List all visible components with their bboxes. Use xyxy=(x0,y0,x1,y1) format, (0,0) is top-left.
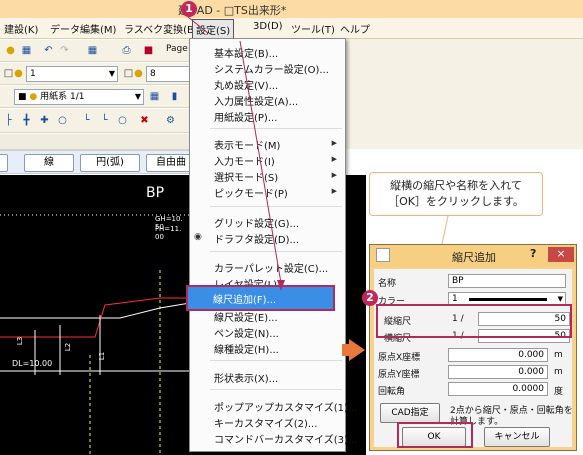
rotation-unit: 度 xyxy=(554,387,564,397)
submenu-arrow-icon: ▶ xyxy=(331,187,337,195)
menu-separator xyxy=(210,360,342,361)
name-input[interactable]: BP xyxy=(448,274,566,288)
snap-cancel-icon[interactable]: ✖ xyxy=(138,114,151,127)
snap-arc-icon[interactable]: ○ xyxy=(116,114,129,127)
l3-label: L3 xyxy=(16,336,25,346)
flow-arrow-icon xyxy=(349,339,365,361)
scale-icon[interactable]: ▦ xyxy=(148,90,161,103)
origin-x-label: 原点X座標 xyxy=(378,353,421,363)
grid-settings-icon[interactable]: ▦ xyxy=(86,44,99,57)
arc-button[interactable]: 円(弧) xyxy=(80,154,140,172)
app-icon xyxy=(376,248,390,262)
step2-badge: 2 xyxy=(362,290,378,306)
document-icon[interactable]: ■ xyxy=(142,44,155,57)
submenu-arrow-icon: ▶ xyxy=(331,139,337,147)
command-button-strip: 線 円(弧) 自由曲 xyxy=(0,150,196,174)
scale-fields-frame xyxy=(376,304,572,338)
menu-popup-customize[interactable]: ポップアップカスタマイズ(1)... xyxy=(214,399,357,414)
bubble-line-1: 縦横の縮尺や名称を入れて xyxy=(390,179,522,192)
rotation-label: 回転角 xyxy=(378,387,406,397)
title-bar: 建[ AD - □TS出来形* xyxy=(0,0,583,18)
menu-tools[interactable]: ツール(T) xyxy=(291,21,335,36)
close-button[interactable]: × xyxy=(548,247,574,262)
bulb-icon[interactable]: ● xyxy=(4,44,17,57)
rotation-input[interactable]: 0.0000 xyxy=(448,382,548,396)
menu-linetype-settings[interactable]: 線種設定(H)... xyxy=(214,341,279,356)
color-square-icon: ■ xyxy=(18,92,27,102)
origin-x-unit: m xyxy=(554,350,563,360)
submenu-arrow-icon: ▶ xyxy=(331,171,337,179)
help-button[interactable]: ? xyxy=(530,247,536,260)
origin-y-label: 原点Y座標 xyxy=(378,370,420,380)
undo-icon[interactable]: ↶ xyxy=(42,44,55,57)
spacer-toolbar xyxy=(0,134,190,150)
bulb-icon[interactable]: ● xyxy=(132,67,145,80)
dialog-body: 名称 BP カラー 1 ▼ 縦縮尺 1 / 50 横縮尺 1 / 50 原点X座… xyxy=(374,269,573,447)
menu-bar: 建設(K) データ編集(M) ラスベク変換(B) 設定(S) 3D(D) ツール… xyxy=(0,18,583,40)
snap-line-icon[interactable]: ├ xyxy=(2,114,15,127)
dl-text: DL=10.00 xyxy=(12,359,53,368)
paper-combo[interactable]: ■ ● 用紙系 1/1 ▼ xyxy=(14,89,144,105)
snap-toolbar: ├ ╋ ✚ ○ └ └ ○ ✖ ⚙ xyxy=(0,109,190,133)
l2-label: L2 xyxy=(64,342,73,352)
step1-pointer-line xyxy=(187,16,285,291)
strip-button-partial[interactable] xyxy=(0,154,8,172)
menu-pen-settings[interactable]: ペン設定(N)... xyxy=(214,325,279,340)
menu-construction[interactable]: 建設(K) xyxy=(4,21,38,36)
drawing-canvas[interactable]: BP GH=10. 50 FH=11. 00 L1 L2 L3 DL=10.00 xyxy=(0,175,190,455)
attribute-toolbar: □ ● 1 ▼ □ ● 8 xyxy=(0,63,190,85)
standard-toolbar: ● ▦ ↶ ↷ ▦ ⎙ ■ Page xyxy=(0,40,190,62)
menu-shape-display[interactable]: 形状表示(X)... xyxy=(214,370,278,385)
line-sample xyxy=(469,298,547,301)
add-scale-dialog: 縮尺追加 ? × 名称 BP カラー 1 ▼ 縦縮尺 1 / 50 横縮尺 1 … xyxy=(369,244,577,451)
snap-grid-icon[interactable]: ╋ xyxy=(20,114,33,127)
submenu-arrow-icon: ▶ xyxy=(331,155,337,163)
bubble-line-2: ［OK］をクリックします。 xyxy=(388,195,524,208)
snap-end-icon[interactable]: └ xyxy=(80,114,93,127)
cancel-button[interactable]: キャンセル xyxy=(484,427,550,447)
print-icon[interactable]: ⎙ xyxy=(120,44,133,57)
right-toolbar-area xyxy=(346,39,583,149)
ok-button-frame xyxy=(397,422,473,448)
menu-key-customize[interactable]: キーカスタマイズ(2)... xyxy=(214,415,317,430)
chevron-down-icon[interactable]: ▼ xyxy=(109,67,115,81)
menu-data-edit[interactable]: データ編集(M) xyxy=(50,21,116,36)
line-button[interactable]: 線 xyxy=(24,154,74,172)
bulb-icon[interactable]: ● xyxy=(12,67,25,80)
dialog-title: 縮尺追加 xyxy=(452,251,496,264)
bp-label: BP xyxy=(146,185,165,201)
menu-help[interactable]: ヘルプ xyxy=(340,21,370,36)
snap-tool-icon[interactable]: ⚙ xyxy=(164,114,177,127)
dialog-titlebar: 縮尺追加 ? × xyxy=(370,245,576,267)
name-label: 名称 xyxy=(378,279,397,289)
snap-mid-icon[interactable]: └ xyxy=(98,114,111,127)
cad-specify-button[interactable]: CAD指定 xyxy=(380,403,440,423)
redo-icon[interactable]: ↷ xyxy=(58,44,71,57)
layer-combo[interactable]: 1 ▼ xyxy=(26,66,118,82)
l1-label: L1 xyxy=(98,351,107,361)
origin-x-input[interactable]: 0.000 xyxy=(448,348,548,362)
menu-separator xyxy=(210,389,342,390)
instruction-bubble: 縦横の縮尺や名称を入れて ［OK］をクリックします。 xyxy=(369,172,543,216)
table-icon[interactable]: ▦ xyxy=(20,44,33,57)
origin-y-unit: m xyxy=(554,367,563,377)
origin-y-input[interactable]: 0.000 xyxy=(448,365,548,379)
paper-toolbar: ■ ● 用紙系 1/1 ▼ ▦ ▮ xyxy=(0,86,190,108)
bulb-icon: ● xyxy=(29,92,38,102)
menu-commandbar-customize[interactable]: コマンドバーカスタマイズ(3)... xyxy=(214,431,357,446)
snap-diagonal-icon[interactable]: ✚ xyxy=(38,114,51,127)
ground-line-white xyxy=(0,302,190,319)
menu-scale-settings[interactable]: 線尺設定(E)... xyxy=(214,309,278,324)
chevron-down-icon[interactable]: ▼ xyxy=(135,90,141,104)
snap-circle-icon[interactable]: ○ xyxy=(56,114,69,127)
